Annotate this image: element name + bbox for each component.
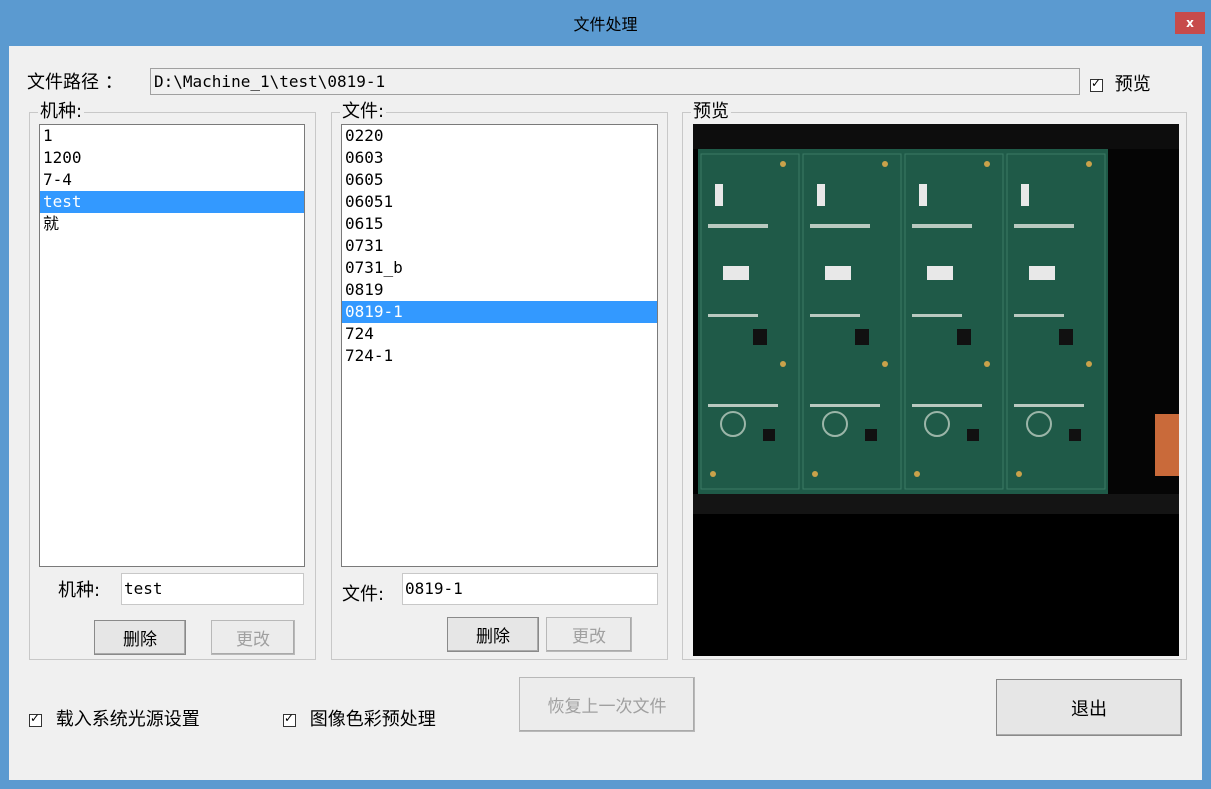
exit-button[interactable]: 退出 (996, 679, 1182, 736)
preview-toggle-label: 预览 (1114, 74, 1151, 95)
file-list-item[interactable]: 0603 (342, 147, 657, 169)
title-bar[interactable]: 文件处理 x (0, 0, 1211, 46)
file-modify-button[interactable]: 更改 (546, 617, 632, 652)
file-group-title: 文件: (340, 101, 387, 123)
machine-list-item[interactable]: 就 (40, 213, 304, 235)
path-field[interactable]: D:\Machine_1\test\0819-1 (150, 68, 1080, 95)
machine-group-title: 机种: (38, 101, 85, 123)
color-preprocess-label: 图像色彩预处理 (309, 709, 436, 730)
file-list-item[interactable]: 0615 (342, 213, 657, 235)
file-list-item[interactable]: 0819-1 (342, 301, 657, 323)
restore-last-file-button[interactable]: 恢复上一次文件 (519, 677, 695, 732)
path-label: 文件路径 ： (27, 72, 123, 93)
preview-checkbox[interactable] (1090, 76, 1103, 92)
machine-list-item[interactable]: test (40, 191, 304, 213)
color-preprocess-option[interactable]: 图像色彩预处理 (283, 705, 436, 731)
file-list-item[interactable]: 0819 (342, 279, 657, 301)
machine-list-item[interactable]: 1 (40, 125, 304, 147)
machine-name-input[interactable]: test (121, 573, 304, 605)
preview-toggle[interactable]: 预览 (1090, 70, 1151, 96)
pcb-board-image (693, 124, 1179, 656)
close-button[interactable]: x (1175, 12, 1205, 34)
file-list[interactable]: 0220 0603 0605 06051 0615 0731 0731_b 0819 0819-… (341, 124, 658, 567)
file-list-item[interactable]: 0731_b (342, 257, 657, 279)
file-name-input[interactable]: 0819-1 (402, 573, 658, 605)
load-light-label: 载入系统光源设置 (55, 709, 200, 730)
file-list-item[interactable]: 0605 (342, 169, 657, 191)
load-light-checkbox[interactable] (29, 711, 42, 727)
file-list-item[interactable]: 06051 (342, 191, 657, 213)
machine-field-label: 机种: (58, 580, 101, 601)
file-list-item[interactable]: 724-1 (342, 345, 657, 367)
machine-modify-button[interactable]: 更改 (211, 620, 295, 655)
machine-list[interactable]: 1 1200 7-4 test 就 (39, 124, 305, 567)
file-list-item[interactable]: 724 (342, 323, 657, 345)
file-field-label: 文件: (342, 584, 385, 605)
pcb-preview-image (693, 124, 1179, 656)
machine-list-item[interactable]: 1200 (40, 147, 304, 169)
machine-delete-button[interactable]: 删除 (94, 620, 186, 655)
file-delete-button[interactable]: 删除 (447, 617, 539, 652)
preview-group-title: 预览 (691, 101, 731, 123)
machine-list-item[interactable]: 7-4 (40, 169, 304, 191)
file-list-item[interactable]: 0731 (342, 235, 657, 257)
window-title: 文件处理 (573, 15, 638, 34)
load-light-option[interactable]: 载入系统光源设置 (29, 705, 200, 731)
color-preprocess-checkbox[interactable] (283, 711, 296, 727)
file-list-item[interactable]: 0220 (342, 125, 657, 147)
